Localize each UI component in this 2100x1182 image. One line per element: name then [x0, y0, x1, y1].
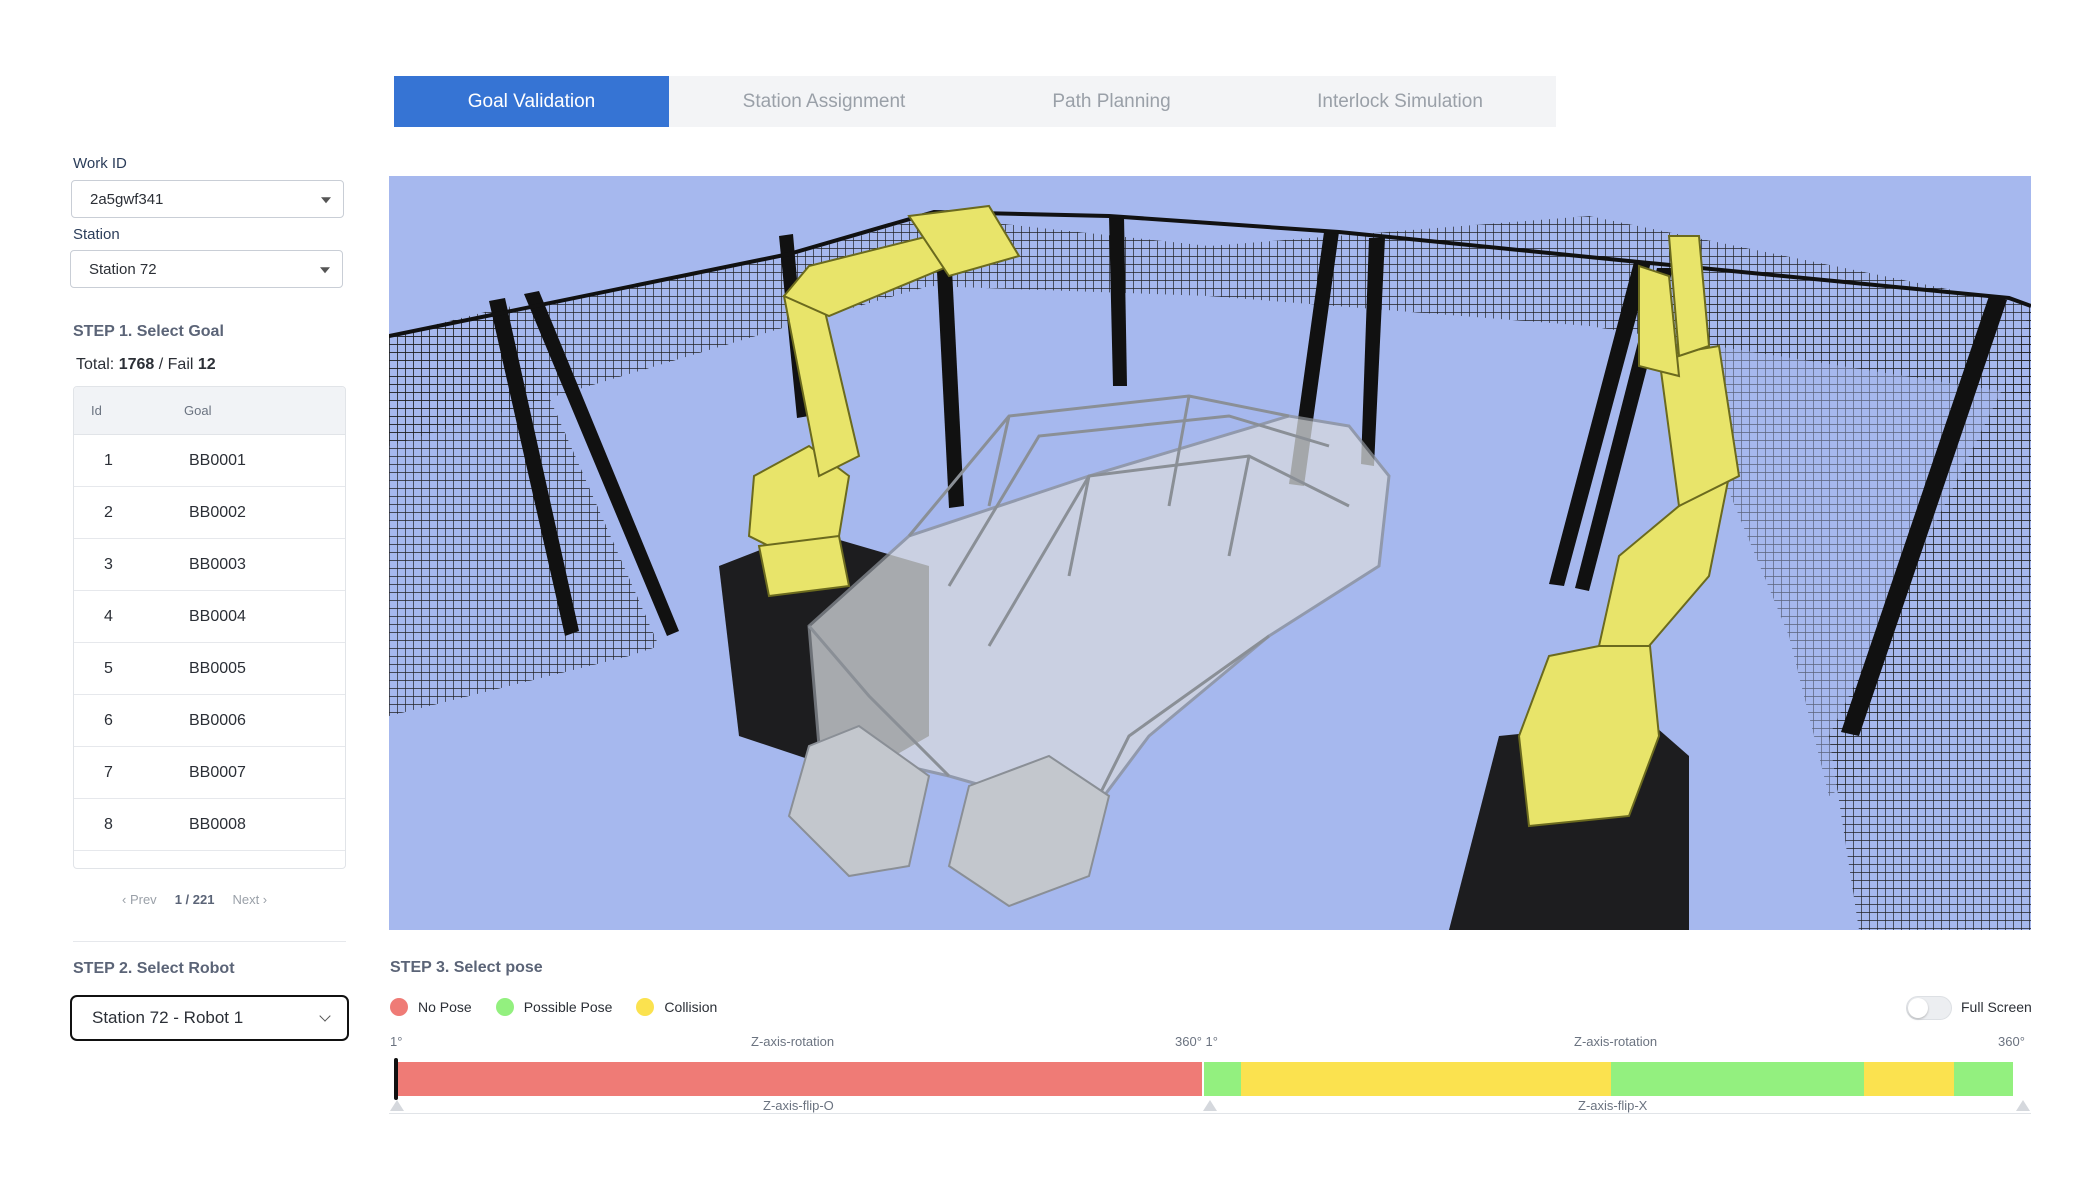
row-goal: BB0003 [189, 555, 246, 573]
table-row[interactable]: 5 BB0005 [74, 643, 345, 695]
prev-label: Prev [129, 892, 157, 907]
axis-end-2: 360° [1998, 1034, 2025, 1049]
robot-select-value: Station 72 - Robot 1 [92, 1008, 244, 1027]
pagination: ‹ Prev 1 / 221 Next › [122, 892, 302, 907]
robot-cell-scene [389, 176, 2031, 930]
table-row[interactable]: 4 BB0004 [74, 591, 345, 643]
row-goal: BB0002 [189, 503, 246, 521]
flip-label-1: Z-axis-flip-O [763, 1098, 834, 1113]
table-row[interactable]: 2 BB0002 [74, 487, 345, 539]
chevron-down-icon [319, 1010, 331, 1022]
row-goal: BB0008 [189, 815, 246, 833]
range-marker [1203, 1100, 1217, 1111]
app-root: Goal Validation Station Assignment Path … [0, 0, 2100, 1182]
page-indicator: 1 / 221 [174, 892, 215, 907]
work-id-value: 2a5gwf341 [90, 190, 164, 208]
station-value: Station 72 [89, 260, 157, 278]
goal-table: Id Goal 1 BB0001 2 BB0002 3 BB0003 4 BB0004 … [73, 386, 346, 869]
range-marker [390, 1100, 404, 1111]
pose-segment[interactable] [394, 1062, 1203, 1096]
pose-segment[interactable] [1954, 1062, 2013, 1096]
legend-collision: Collision [636, 998, 717, 1016]
fail-value: 12 [197, 356, 216, 373]
legend-label: Possible Pose [523, 999, 613, 1015]
bar-baseline [389, 1113, 2031, 1114]
step2-title: STEP 2. Select Robot [73, 960, 235, 977]
row-id: 4 [104, 607, 113, 625]
row-goal: BB0005 [189, 659, 246, 677]
tab-goal-validation[interactable]: Goal Validation [394, 76, 669, 127]
axis-end-1: 360° 1° [1175, 1034, 1218, 1049]
step1-title: STEP 1. Select Goal [73, 323, 224, 340]
simulation-viewport[interactable] [389, 176, 2031, 930]
no-pose-swatch [390, 998, 408, 1016]
work-id-label: Work ID [73, 155, 127, 172]
tab-bar: Goal Validation Station Assignment Path … [394, 76, 1556, 127]
tab-station-assignment[interactable]: Station Assignment [669, 76, 979, 127]
column-header-goal: Goal [184, 403, 212, 418]
legend-possible-pose: Possible Pose [495, 998, 613, 1016]
tab-interlock-simulation[interactable]: Interlock Simulation [1244, 76, 1556, 127]
total-label: Total: [76, 356, 115, 373]
table-header: Id Goal [74, 387, 345, 435]
caret-down-icon [320, 267, 330, 274]
table-row[interactable]: 7 BB0007 [74, 747, 345, 799]
row-goal: BB0001 [189, 451, 246, 469]
axis-title-1: Z-axis-rotation [751, 1034, 835, 1049]
row-id: 5 [104, 659, 113, 677]
full-screen-toggle[interactable] [1906, 996, 1952, 1020]
column-header-id: Id [91, 403, 102, 418]
table-row[interactable]: 1 BB0001 [74, 435, 345, 487]
fail-label: / Fail [158, 356, 194, 373]
row-id: 2 [104, 503, 113, 521]
pose-segment[interactable] [1864, 1062, 1955, 1096]
row-id: 1 [104, 451, 113, 469]
row-goal: BB0007 [189, 763, 246, 781]
total-value: 1768 [118, 356, 155, 373]
station-select[interactable]: Station 72 [70, 250, 343, 288]
goal-totals: Total: 1768 / Fail 12 [76, 356, 216, 374]
range-marker [2016, 1100, 2030, 1111]
full-screen-label: Full Screen [1961, 999, 2032, 1015]
tab-path-planning[interactable]: Path Planning [979, 76, 1244, 127]
pose-segment[interactable] [1203, 1062, 1242, 1096]
pose-segment[interactable] [1241, 1062, 1612, 1096]
legend-label: No Pose [418, 999, 472, 1015]
work-id-select[interactable]: 2a5gwf341 [71, 180, 344, 218]
collision-swatch [636, 998, 655, 1016]
prev-button[interactable]: ‹ Prev [122, 892, 157, 907]
table-row[interactable]: 3 BB0003 [74, 539, 345, 591]
table-row[interactable]: 8 BB0008 [74, 799, 345, 851]
row-goal: BB0004 [189, 607, 246, 625]
row-id: 6 [104, 711, 113, 729]
row-goal: BB0006 [189, 711, 246, 729]
caret-down-icon [321, 197, 331, 204]
divider [73, 941, 346, 942]
axis-title-2: Z-axis-rotation [1574, 1034, 1658, 1049]
station-label: Station [73, 226, 120, 243]
pose-legend: No Pose Possible Pose Collision [390, 998, 741, 1016]
toggle-knob [1908, 998, 1928, 1018]
legend-label: Collision [664, 999, 718, 1015]
flip-label-2: Z-axis-flip-X [1578, 1098, 1648, 1113]
row-id: 7 [104, 763, 113, 781]
next-button[interactable]: Next › [232, 892, 267, 907]
row-id: 3 [104, 555, 113, 573]
table-row[interactable]: 6 BB0006 [74, 695, 345, 747]
possible-pose-swatch [495, 998, 514, 1016]
pose-cursor[interactable] [394, 1058, 398, 1100]
bar-separator [1202, 1062, 1204, 1096]
pose-segment[interactable] [1611, 1062, 1865, 1096]
robot-select[interactable]: Station 72 - Robot 1 [70, 995, 349, 1041]
step3-title: STEP 3. Select pose [390, 959, 543, 976]
next-label: Next [232, 892, 260, 907]
legend-no-pose: No Pose [390, 998, 472, 1016]
axis-start-1: 1° [390, 1034, 403, 1049]
row-id: 8 [104, 815, 113, 833]
